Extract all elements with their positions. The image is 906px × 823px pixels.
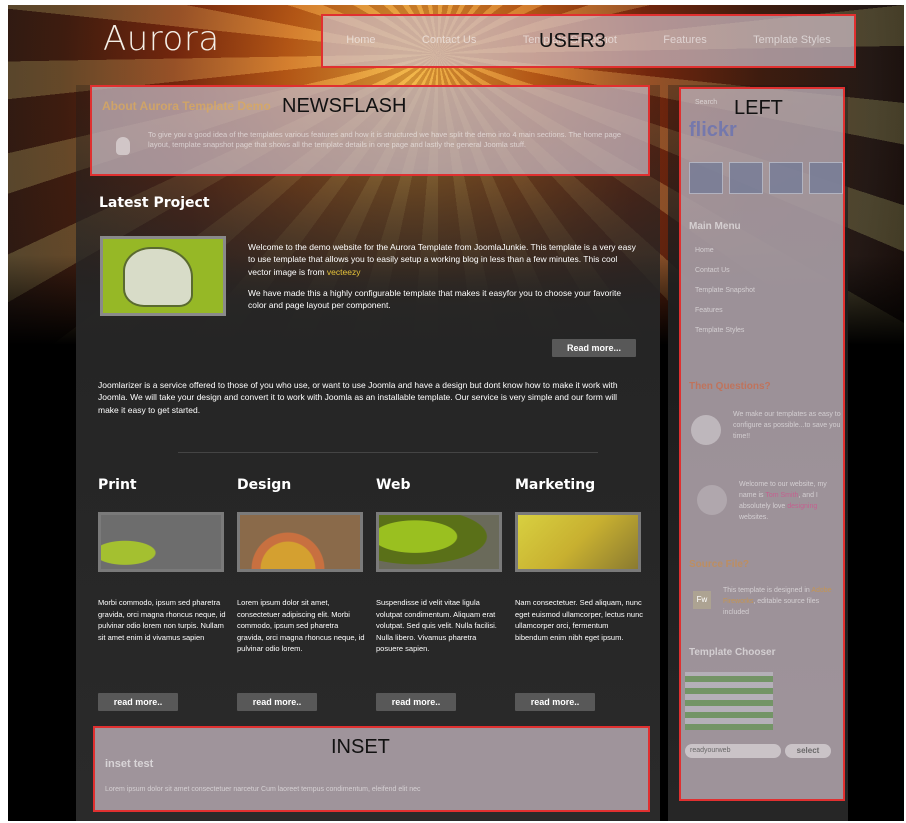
left-zone: Search flickr Main Menu Home Contact Us … <box>679 87 845 801</box>
column-text: Suspendisse id velit vitae ligula volutp… <box>376 598 497 653</box>
latest-project-image[interactable] <box>100 236 226 316</box>
user3-zone: Home Contact Us Template Snapshot Featur… <box>321 14 856 68</box>
flickr-thumbnail[interactable] <box>729 162 763 194</box>
menu-item-features[interactable]: Features <box>695 307 723 314</box>
column-read-more-button[interactable]: read more.. <box>237 693 317 711</box>
nav-item-template-styles[interactable]: Template Styles <box>753 34 831 46</box>
menu-item-template-styles[interactable]: Template Styles <box>695 327 744 334</box>
newsflash-body: To give you a good idea of the templates… <box>148 130 622 149</box>
template-select[interactable]: readyourweb <box>685 744 781 758</box>
latest-project-para1-text: Welcome to the demo website for the Auro… <box>248 242 636 277</box>
column-title: Marketing <box>515 477 596 493</box>
latest-project-para1: Welcome to the demo website for the Auro… <box>248 241 638 278</box>
column-read-more-button[interactable]: read more.. <box>515 693 595 711</box>
site-logo[interactable]: Aurora <box>103 19 220 59</box>
column-print: Print Morbi commodo, ipsum sed pharetra … <box>98 477 226 711</box>
author-name-link[interactable]: Tom Smith <box>765 492 798 499</box>
column-image[interactable] <box>515 512 641 572</box>
questions-title: Then Questions? <box>689 381 771 392</box>
menu-item-contact[interactable]: Contact Us <box>695 267 730 274</box>
inset-title: inset test <box>105 758 154 770</box>
latest-project-title: Latest Project <box>99 195 210 211</box>
nav-item-features[interactable]: Features <box>663 34 706 46</box>
column-marketing: Marketing Nam consectetuer. Sed aliquam,… <box>515 477 643 711</box>
column-web: Web Suspendisse id velit vitae ligula vo… <box>376 477 504 711</box>
column-title: Print <box>98 477 137 493</box>
column-text: Nam consectetuer. Sed aliquam, nunc eget… <box>515 598 643 642</box>
column-design: Design Lorem ipsum dolor sit amet, conse… <box>237 477 365 711</box>
stopwatch-icon <box>691 415 721 445</box>
column-text: Lorem ipsum dolor sit amet, consectetuer… <box>237 598 365 653</box>
column-read-more-button[interactable]: read more.. <box>376 693 456 711</box>
nav-item-contact[interactable]: Contact Us <box>422 34 476 46</box>
flickr-thumbnail[interactable] <box>689 162 723 194</box>
latest-project-para2: We have made this a highly configurable … <box>248 287 622 311</box>
user3-zone-label: USER3 <box>539 30 606 52</box>
fireworks-icon: Fw <box>693 591 711 609</box>
newsflash-title: About Aurora Template Demo <box>102 99 271 113</box>
column-title: Design <box>237 477 292 493</box>
designing-link[interactable]: designing <box>787 503 817 510</box>
lightbulb-icon <box>116 137 130 155</box>
welcome-text-end: websites. <box>739 514 769 521</box>
read-more-button[interactable]: Read more... <box>552 339 636 357</box>
source-file-text: This template is designed in Adobe Firew… <box>723 585 843 618</box>
column-title: Web <box>376 477 411 493</box>
questions-text: We make our templates as easy to configu… <box>733 411 841 440</box>
search-label[interactable]: Search <box>695 99 717 106</box>
template-select-button[interactable]: select <box>785 744 831 758</box>
welcome-text: Welcome to our website, my name is Tom S… <box>739 479 843 523</box>
flickr-thumbnail[interactable] <box>769 162 803 194</box>
template-chooser-title: Template Chooser <box>689 647 776 658</box>
newsflash-zone-label: NEWSFLASH <box>282 95 407 117</box>
column-read-more-button[interactable]: read more.. <box>98 693 178 711</box>
inset-zone-label: INSET <box>331 736 390 758</box>
menu-item-template-snapshot[interactable]: Template Snapshot <box>695 287 755 294</box>
column-image[interactable] <box>376 512 502 572</box>
vecteezy-link[interactable]: vecteezy <box>327 267 361 277</box>
flickr-logo: flickr <box>689 119 737 141</box>
menu-item-home[interactable]: Home <box>695 247 714 254</box>
inset-body: Lorem ipsum dolor sit amet consectetuer … <box>105 786 421 793</box>
source-file-title: Source File? <box>689 559 750 570</box>
newsflash-zone: About Aurora Template Demo To give you a… <box>90 85 650 176</box>
joomlarizer-text: Joomlarizer is a service offered to thos… <box>98 380 618 415</box>
source-file-text-start: This template is designed in <box>723 587 810 594</box>
main-menu-title: Main Menu <box>689 221 741 232</box>
nav-item-home[interactable]: Home <box>346 34 375 46</box>
scooter-illustration <box>123 247 193 307</box>
page-frame: Aurora Home Contact Us Template Snapshot… <box>8 5 904 821</box>
template-preview-image <box>685 672 773 730</box>
content-divider <box>178 452 598 453</box>
avatar <box>697 485 727 515</box>
column-image[interactable] <box>98 512 224 572</box>
flickr-thumbnail[interactable] <box>809 162 843 194</box>
inset-zone: inset test Lorem ipsum dolor sit amet co… <box>93 726 650 812</box>
latest-project-text: Welcome to the demo website for the Auro… <box>248 241 638 320</box>
column-image[interactable] <box>237 512 363 572</box>
left-zone-label: LEFT <box>734 97 783 119</box>
column-text: Morbi commodo, ipsum sed pharetra gravid… <box>98 598 226 642</box>
